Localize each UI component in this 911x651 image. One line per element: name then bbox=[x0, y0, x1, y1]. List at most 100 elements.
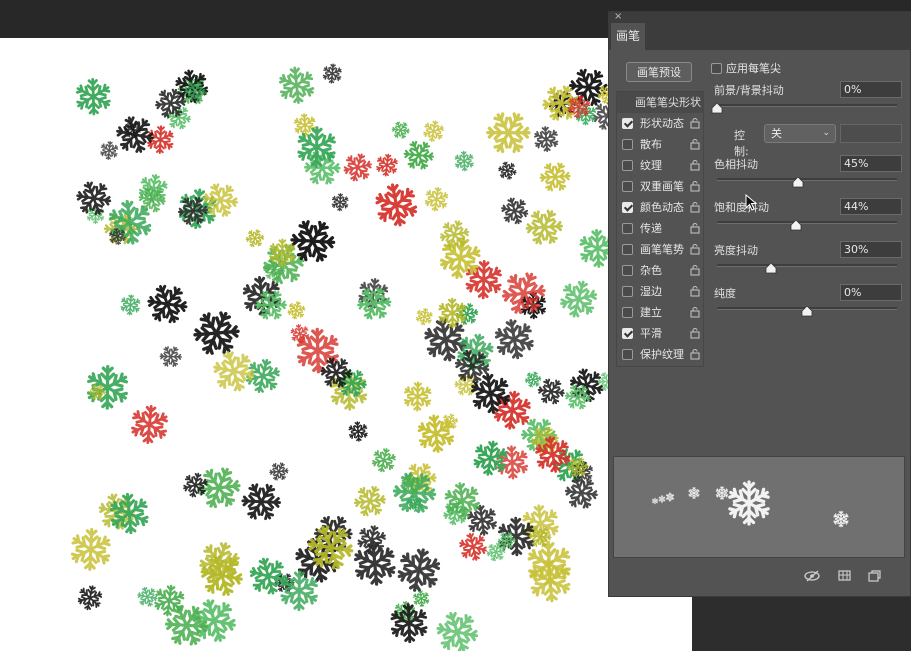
setting-checkbox[interactable] bbox=[622, 349, 633, 360]
brush-setting-item[interactable]: 双重画笔 bbox=[617, 176, 703, 197]
brush-setting-item[interactable]: 传递 bbox=[617, 218, 703, 239]
setting-checkbox[interactable] bbox=[622, 265, 633, 276]
brush-setting-item[interactable]: 画笔笔势 bbox=[617, 239, 703, 260]
eye-slash-icon[interactable] bbox=[804, 570, 820, 582]
snowflake bbox=[403, 382, 432, 410]
setting-label: 平滑 bbox=[640, 327, 662, 340]
grid-icon[interactable] bbox=[838, 570, 854, 582]
saturation-jitter-field[interactable]: 44% bbox=[840, 198, 902, 215]
saturation-jitter-label: 饱和度抖动 bbox=[714, 201, 769, 214]
lock-icon[interactable] bbox=[690, 285, 700, 297]
control-select[interactable]: 关 ⌄ bbox=[764, 124, 836, 143]
lock-icon[interactable] bbox=[690, 138, 700, 150]
close-icon[interactable]: × bbox=[614, 12, 622, 22]
setting-label: 建立 bbox=[640, 306, 662, 319]
brush-setting-item[interactable]: 颜色动态 bbox=[617, 197, 703, 218]
snowflake bbox=[423, 186, 449, 212]
hue-jitter-label: 色相抖动 bbox=[714, 158, 758, 171]
brush-setting-item[interactable]: 湿边 bbox=[617, 281, 703, 302]
brush-setting-item[interactable]: 建立 bbox=[617, 302, 703, 323]
setting-label: 保护纹理 bbox=[640, 348, 684, 361]
snowflake bbox=[394, 546, 443, 595]
snowflake bbox=[331, 193, 349, 211]
snowflake bbox=[76, 584, 104, 612]
snowflake bbox=[488, 312, 541, 366]
brush-presets-button[interactable]: 画笔预设 bbox=[626, 62, 692, 82]
brightness-jitter-field[interactable]: 30% bbox=[840, 241, 902, 258]
setting-label: 双重画笔 bbox=[640, 180, 684, 193]
brush-settings-list: 画笔笔尖形状 形状动态散布纹理双重画笔颜色动态传递画笔笔势杂色湿边建立平滑保护纹… bbox=[616, 91, 704, 367]
snowflake bbox=[322, 63, 343, 83]
fg-bg-jitter-field[interactable]: 0% bbox=[840, 81, 902, 98]
lock-icon[interactable] bbox=[690, 243, 700, 255]
setting-label: 纹理 bbox=[640, 159, 662, 172]
snowflake bbox=[375, 153, 399, 177]
snowflake bbox=[422, 119, 446, 143]
apply-per-tip-checkbox[interactable] bbox=[711, 63, 722, 74]
snowflake bbox=[141, 278, 194, 331]
setting-checkbox[interactable] bbox=[622, 181, 633, 192]
lock-icon[interactable] bbox=[690, 117, 700, 129]
fg-bg-jitter-label: 前景/背景抖动 bbox=[714, 84, 784, 97]
snowflake bbox=[102, 487, 156, 541]
setting-checkbox[interactable] bbox=[622, 286, 633, 297]
apply-per-tip-label: 应用每笔尖 bbox=[726, 62, 781, 75]
setting-label: 形状动态 bbox=[640, 117, 684, 130]
snowflake bbox=[280, 572, 319, 610]
lock-icon[interactable] bbox=[690, 348, 700, 360]
snowflake bbox=[345, 418, 372, 445]
snowflake bbox=[370, 446, 398, 474]
lock-icon[interactable] bbox=[690, 327, 700, 339]
lock-icon[interactable] bbox=[690, 180, 700, 192]
setting-label: 画笔笔势 bbox=[640, 243, 684, 256]
setting-checkbox[interactable] bbox=[622, 139, 633, 150]
snowflake bbox=[269, 239, 296, 266]
lock-icon[interactable] bbox=[690, 306, 700, 318]
snowflake bbox=[480, 104, 537, 160]
brush-setting-item[interactable]: 散布 bbox=[617, 134, 703, 155]
snowflake bbox=[350, 481, 390, 520]
setting-label: 散布 bbox=[640, 138, 662, 151]
snowflake bbox=[341, 151, 375, 185]
purity-slider[interactable] bbox=[717, 306, 897, 317]
snowflake bbox=[236, 476, 287, 527]
tab-brush[interactable]: 画笔 bbox=[611, 23, 645, 50]
lock-icon[interactable] bbox=[690, 264, 700, 276]
setting-checkbox[interactable] bbox=[622, 202, 633, 213]
hue-jitter-field[interactable]: 45% bbox=[840, 155, 902, 172]
control-label: 控制: bbox=[734, 129, 749, 158]
new-brush-icon[interactable] bbox=[868, 570, 884, 582]
hue-jitter-slider[interactable] bbox=[717, 177, 897, 188]
brush-setting-item[interactable]: 杂色 bbox=[617, 260, 703, 281]
document-canvas[interactable] bbox=[0, 38, 692, 651]
setting-label: 颜色动态 bbox=[640, 201, 684, 214]
brightness-jitter-label: 亮度抖动 bbox=[714, 244, 758, 257]
snowflake bbox=[272, 61, 321, 110]
purity-field[interactable]: 0% bbox=[840, 284, 902, 301]
fg-bg-jitter-slider[interactable] bbox=[711, 103, 897, 114]
lock-icon[interactable] bbox=[690, 222, 700, 234]
brush-tip-shape-item[interactable]: 画笔笔尖形状 bbox=[617, 92, 703, 113]
setting-checkbox[interactable] bbox=[622, 328, 633, 339]
setting-checkbox[interactable] bbox=[622, 223, 633, 234]
control-value: 关 bbox=[771, 127, 782, 140]
setting-label: 湿边 bbox=[640, 285, 662, 298]
setting-checkbox[interactable] bbox=[622, 118, 633, 129]
snowflake bbox=[156, 342, 185, 371]
snowflake bbox=[557, 277, 601, 320]
setting-checkbox[interactable] bbox=[622, 307, 633, 318]
setting-checkbox[interactable] bbox=[622, 244, 633, 255]
brush-setting-item[interactable]: 纹理 bbox=[617, 155, 703, 176]
brush-setting-item[interactable]: 形状动态 bbox=[617, 113, 703, 134]
brush-setting-item[interactable]: 保护纹理 bbox=[617, 344, 703, 365]
brush-setting-item[interactable]: 平滑 bbox=[617, 323, 703, 344]
lock-icon[interactable] bbox=[690, 201, 700, 213]
snowflake bbox=[120, 294, 141, 315]
setting-label: 杂色 bbox=[640, 264, 662, 277]
snowflake bbox=[188, 304, 246, 362]
setting-checkbox[interactable] bbox=[622, 160, 633, 171]
brightness-jitter-slider[interactable] bbox=[717, 263, 897, 274]
saturation-jitter-slider[interactable] bbox=[717, 220, 897, 231]
snowflake bbox=[536, 158, 575, 197]
lock-icon[interactable] bbox=[690, 159, 700, 171]
